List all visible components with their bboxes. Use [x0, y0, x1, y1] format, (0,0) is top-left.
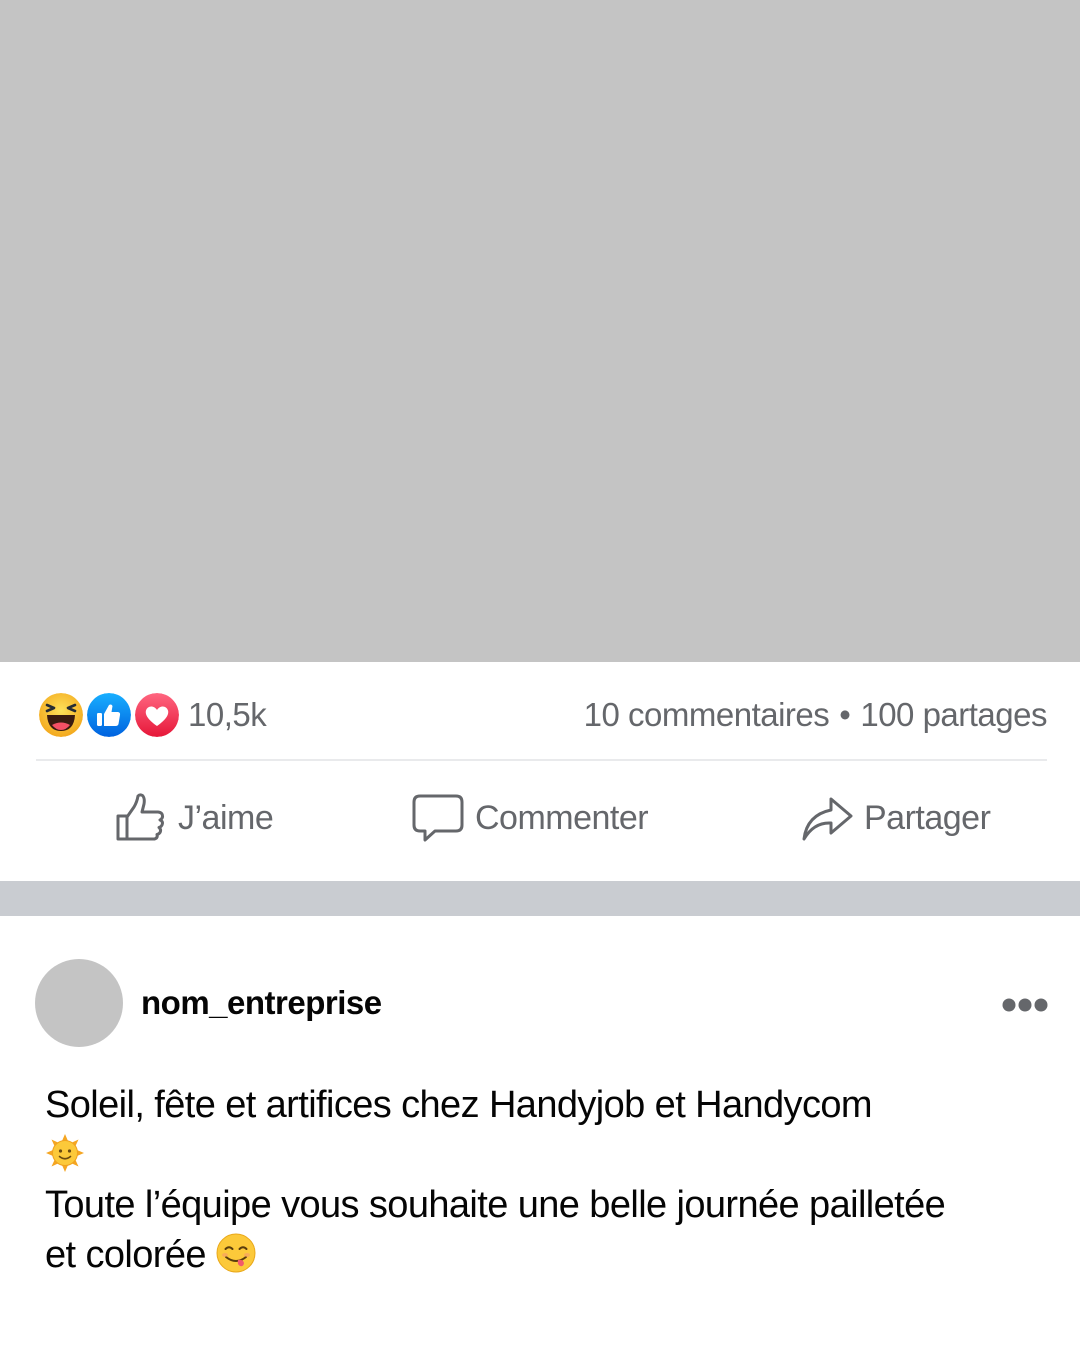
- facebook-feed: 10,5k 10 commentaires • 100 partages J’aim…: [0, 0, 1080, 1350]
- avatar[interactable]: [35, 959, 123, 1047]
- sun-with-face-emoji-icon: [45, 1133, 85, 1173]
- comment-button-label: Commenter: [475, 798, 649, 837]
- post-text-line-1: Soleil, fête et artifices chez Handyjob …: [45, 1084, 873, 1126]
- comment-bubble-icon: [412, 794, 464, 842]
- post-text-line-3: et colorée: [45, 1234, 206, 1276]
- yum-face-emoji-icon: [216, 1233, 256, 1273]
- love-reaction-icon: [132, 690, 182, 740]
- reaction-count[interactable]: 10,5k: [188, 696, 267, 734]
- like-button-label: J’aime: [178, 798, 274, 837]
- share-arrow-icon: [802, 797, 853, 841]
- comments-shares-summary: 10 commentaires • 100 partages: [584, 696, 1048, 734]
- share-button[interactable]: Partager: [800, 788, 991, 848]
- haha-reaction-icon: [36, 690, 86, 740]
- thumbs-up-icon: [116, 793, 165, 841]
- post-author-name[interactable]: nom_entreprise: [141, 984, 382, 1022]
- reactions-summary[interactable]: [36, 690, 186, 740]
- post-text: Soleil, fête et artifices chez Handyjob …: [45, 1080, 1035, 1280]
- shares-count[interactable]: 100 partages: [860, 696, 1047, 733]
- like-button[interactable]: J’aime: [114, 788, 274, 848]
- share-button-label: Partager: [864, 798, 991, 837]
- post-text-line-2: Toute l’équipe vous souhaite une belle j…: [45, 1184, 946, 1226]
- post-image[interactable]: [0, 0, 1080, 662]
- post-actions-bar: J’aime Commenter Partager: [0, 778, 1080, 858]
- comments-count[interactable]: 10 commentaires: [584, 696, 830, 733]
- post-stats-row: 10,5k 10 commentaires • 100 partages: [36, 688, 1047, 744]
- stats-separator: •: [839, 696, 851, 733]
- post-text-line-3-wrap: et colorée: [45, 1230, 1035, 1280]
- comment-button[interactable]: Commenter: [411, 788, 649, 848]
- divider: [36, 759, 1047, 761]
- feed-separator: [0, 881, 1080, 916]
- post-text-emoji-line: [45, 1130, 1035, 1180]
- like-reaction-icon: [84, 690, 134, 740]
- more-options-icon[interactable]: [1000, 990, 1050, 1020]
